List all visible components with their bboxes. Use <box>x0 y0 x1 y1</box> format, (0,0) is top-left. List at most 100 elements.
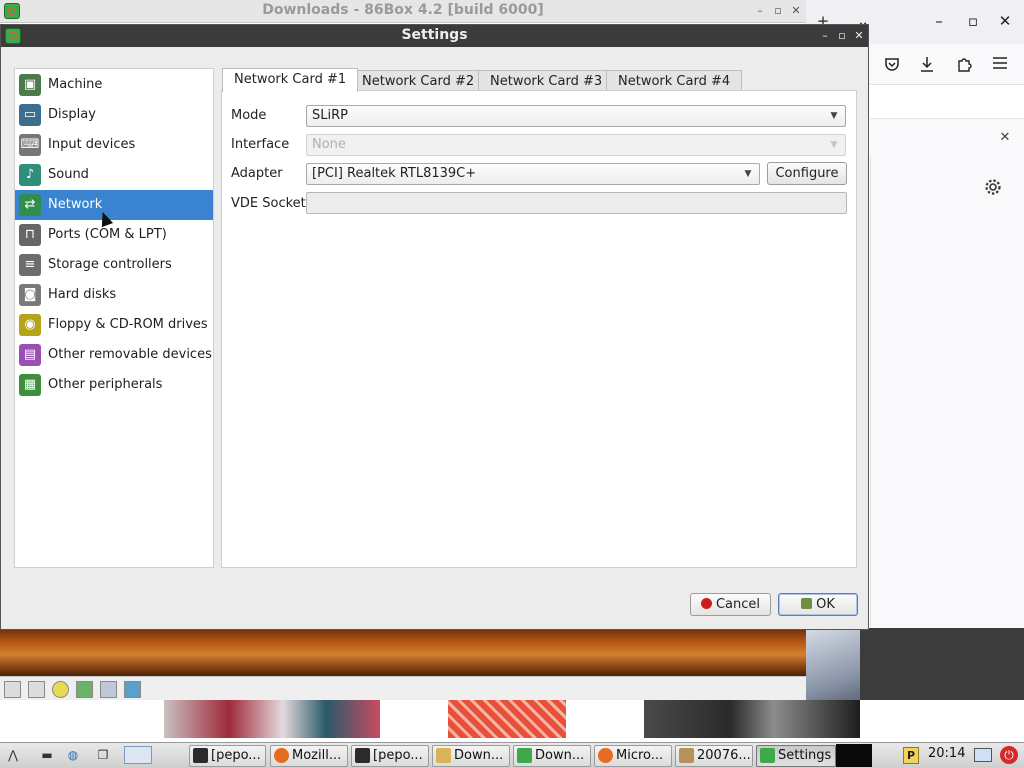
category-network[interactable]: ⇄ Network <box>15 190 213 220</box>
close-icon[interactable]: ✕ <box>994 10 1016 32</box>
desktop-photo <box>448 700 566 738</box>
maximize-icon[interactable]: ▫ <box>834 28 850 44</box>
start-menu-icon[interactable]: ⋀ <box>4 746 22 764</box>
settings-title-bar: Settings – ▫ ✕ <box>1 25 868 47</box>
sound-status-icon[interactable] <box>124 681 141 698</box>
minimize-icon[interactable]: – <box>928 10 950 32</box>
86box-icon <box>760 748 775 763</box>
mode-label: Mode <box>231 108 267 123</box>
taskbar-item[interactable]: Micro... <box>594 745 672 767</box>
chevron-down-icon: ▼ <box>830 140 838 150</box>
floppy-cdrom-icon: ◉ <box>19 314 41 336</box>
taskbar-item[interactable]: Mozill... <box>270 745 348 767</box>
category-label: Network <box>48 197 103 212</box>
category-hard-disks[interactable]: ◙ Hard disks <box>15 280 213 310</box>
browser-icon[interactable]: ◍ <box>64 746 82 764</box>
adapter-select[interactable]: [PCI] Realtek RTL8139C+ ▼ <box>306 163 760 185</box>
taskbar-item-label: Down... <box>535 748 585 763</box>
category-floppy-cdrom[interactable]: ◉ Floppy & CD-ROM drives <box>15 310 213 340</box>
taskbar: ⋀ ▬ ◍ ❐ [pepo... Mozill... [pepo... Down… <box>0 742 1024 768</box>
category-display[interactable]: ▭ Display <box>15 100 213 130</box>
category-input-devices[interactable]: ⌨ Input devices <box>15 130 213 160</box>
desktop-icon[interactable] <box>124 746 152 764</box>
minimize-icon[interactable]: – <box>817 28 833 44</box>
category-ports[interactable]: ⊓ Ports (COM & LPT) <box>15 220 213 250</box>
taskbar-item[interactable]: Down... <box>513 745 591 767</box>
network-status-icon[interactable] <box>76 681 93 698</box>
display-tray-icon[interactable] <box>974 748 992 762</box>
minimize-icon[interactable]: – <box>752 3 768 19</box>
firefox-icon <box>274 748 289 763</box>
tab-network-card-2[interactable]: Network Card #2 <box>350 70 487 92</box>
taskbar-item-active[interactable]: Settings <box>756 745 836 767</box>
clock: 20:14 <box>928 746 966 761</box>
pocket-icon[interactable] <box>884 56 900 72</box>
status-bar <box>0 676 806 701</box>
terminal-icon <box>355 748 370 763</box>
category-label: Hard disks <box>48 287 117 302</box>
category-label: Sound <box>48 167 89 182</box>
close-icon[interactable]: ✕ <box>788 3 804 19</box>
mode-select[interactable]: SLiRP ▼ <box>306 105 846 127</box>
category-label: Floppy & CD-ROM drives <box>48 317 208 332</box>
extensions-icon[interactable] <box>956 55 973 72</box>
taskbar-item[interactable]: Down... <box>432 745 510 767</box>
category-storage-controllers[interactable]: ≡ Storage controllers <box>15 250 213 280</box>
vde-socket-label: VDE Socket <box>231 196 306 211</box>
category-machine[interactable]: ▣ Machine <box>15 70 213 100</box>
network-icon: ⇄ <box>19 194 41 216</box>
category-sound[interactable]: ♪ Sound <box>15 160 213 190</box>
86box-title-bar: Downloads - 86Box 4.2 [build 6000] – ▫ ✕ <box>0 0 806 23</box>
network-card-page <box>221 90 857 568</box>
category-label: Storage controllers <box>48 257 172 272</box>
tray-app-icon[interactable]: P <box>903 747 919 764</box>
taskbar-item-label: 20076... <box>697 748 751 763</box>
hard-disk-status-icon[interactable] <box>100 681 117 698</box>
taskbar-item[interactable]: 20076... <box>675 745 753 767</box>
hard-disk-icon: ◙ <box>19 284 41 306</box>
terminal-icon <box>193 748 208 763</box>
taskbar-item-label: Mozill... <box>292 748 342 763</box>
ok-icon <box>801 598 813 609</box>
desktop-image-strip <box>0 700 1024 742</box>
ok-button[interactable]: OK <box>778 593 858 616</box>
mode-value: SLiRP <box>312 108 348 123</box>
desktop-photo <box>164 700 380 738</box>
power-icon[interactable]: ⏻ <box>1000 746 1018 764</box>
menu-icon[interactable] <box>992 56 1008 70</box>
vde-socket-field[interactable] <box>306 192 847 214</box>
taskbar-item[interactable]: [pepo... <box>351 745 429 767</box>
taskbar-item-label: Down... <box>454 748 504 763</box>
desktop-pager[interactable] <box>836 744 872 767</box>
category-label: Input devices <box>48 137 136 152</box>
download-icon[interactable] <box>919 55 935 73</box>
taskbar-item[interactable]: [pepo... <box>189 745 266 767</box>
close-notification-icon[interactable]: ✕ <box>994 127 1016 149</box>
tab-network-card-3[interactable]: Network Card #3 <box>478 70 615 92</box>
dialog-title: Settings <box>401 27 468 43</box>
interface-select: None ▼ <box>306 134 846 156</box>
category-removable-devices[interactable]: ▤ Other removable devices <box>15 340 213 370</box>
machine-icon: ▣ <box>19 74 41 96</box>
maximize-icon[interactable]: ▫ <box>962 10 984 32</box>
emulator-screen <box>0 628 806 676</box>
settings-dialog: Settings – ▫ ✕ ▣ Machine ▭ Display ⌨ Inp… <box>0 24 869 630</box>
floppy-status-icon[interactable] <box>28 681 45 698</box>
adapter-label: Adapter <box>231 166 283 181</box>
close-icon[interactable]: ✕ <box>851 28 867 44</box>
ports-icon: ⊓ <box>19 224 41 246</box>
cancel-button[interactable]: Cancel <box>690 593 771 616</box>
input-devices-icon: ⌨ <box>19 134 41 156</box>
tab-network-card-4[interactable]: Network Card #4 <box>606 70 743 92</box>
files-icon[interactable]: ▬ <box>38 746 56 764</box>
tab-network-card-1[interactable]: Network Card #1 <box>222 68 359 92</box>
cdrom-status-icon[interactable] <box>52 681 69 698</box>
chevron-down-icon: ▼ <box>830 111 838 121</box>
cancel-icon <box>700 598 712 609</box>
category-peripherals[interactable]: ▦ Other peripherals <box>15 370 213 400</box>
floppy-status-icon[interactable] <box>4 681 21 698</box>
configure-button[interactable]: Configure <box>767 162 847 185</box>
maximize-icon[interactable]: ▫ <box>770 3 786 19</box>
gear-icon[interactable] <box>984 178 1002 196</box>
windows-icon[interactable]: ❐ <box>94 746 112 764</box>
